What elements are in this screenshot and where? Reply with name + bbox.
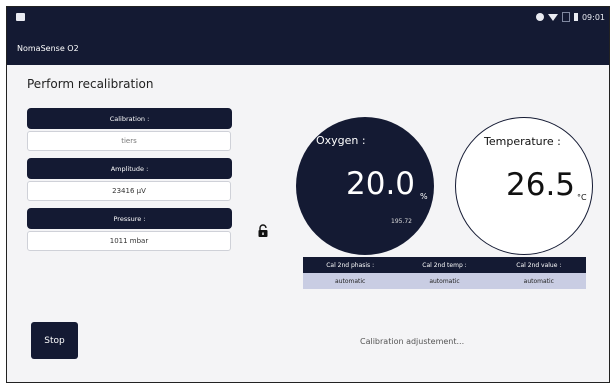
calibration-table-header: Cal 2nd phasis : Cal 2nd temp : Cal 2nd …	[303, 257, 586, 273]
temperature-value: 26.5	[506, 167, 576, 203]
temperature-label: Temperature :	[484, 135, 561, 148]
pressure-label: Pressure :	[27, 208, 232, 229]
cell-cal-phasis: automatic	[334, 277, 366, 285]
calibration-field[interactable]: tiers	[27, 131, 231, 151]
app-bar: NomaSense O2	[7, 33, 609, 65]
unlock-icon[interactable]	[257, 224, 269, 238]
header-cal-temp: Cal 2nd temp :	[422, 261, 467, 269]
clock: 09:01	[581, 12, 605, 22]
status-icons: 09:01	[535, 12, 605, 22]
dnd-icon	[535, 13, 544, 21]
temperature-unit: °C	[577, 193, 587, 202]
oxygen-label: Oxygen :	[316, 134, 366, 147]
temperature-gauge: Temperature : 26.5 °C	[455, 117, 593, 255]
calibration-label: Calibration :	[27, 108, 232, 129]
cell-cal-temp: automatic	[429, 277, 460, 285]
oxygen-value: 20.0	[346, 166, 416, 202]
stop-button[interactable]: Stop	[31, 322, 78, 359]
amplitude-label: Amplitude :	[27, 158, 232, 179]
cell-cal-value: automatic	[523, 277, 554, 285]
app-title: NomaSense O2	[17, 44, 79, 53]
calibration-table: Cal 2nd phasis : Cal 2nd temp : Cal 2nd …	[303, 257, 586, 289]
oxygen-unit: %	[420, 192, 428, 201]
oxygen-raw-value: 195.72	[391, 218, 412, 225]
pressure-field[interactable]: 1011 mbar	[27, 231, 231, 251]
signal-icon	[561, 12, 570, 22]
header-cal-phasis: Cal 2nd phasis :	[326, 261, 375, 269]
page-title: Perform recalibration	[27, 77, 154, 91]
system-status-bar: 09:01	[7, 7, 609, 33]
header-cal-value: Cal 2nd value :	[516, 261, 562, 269]
oxygen-gauge: Oxygen : 20.0 % 195.72	[296, 117, 434, 255]
status-message: Calibration adjustement...	[360, 337, 465, 346]
calibration-table-row: automatic automatic automatic	[303, 273, 586, 289]
notification-icon	[16, 13, 25, 21]
battery-icon	[573, 13, 578, 21]
amplitude-field[interactable]: 23416 µV	[27, 181, 231, 201]
wifi-icon	[547, 13, 558, 21]
